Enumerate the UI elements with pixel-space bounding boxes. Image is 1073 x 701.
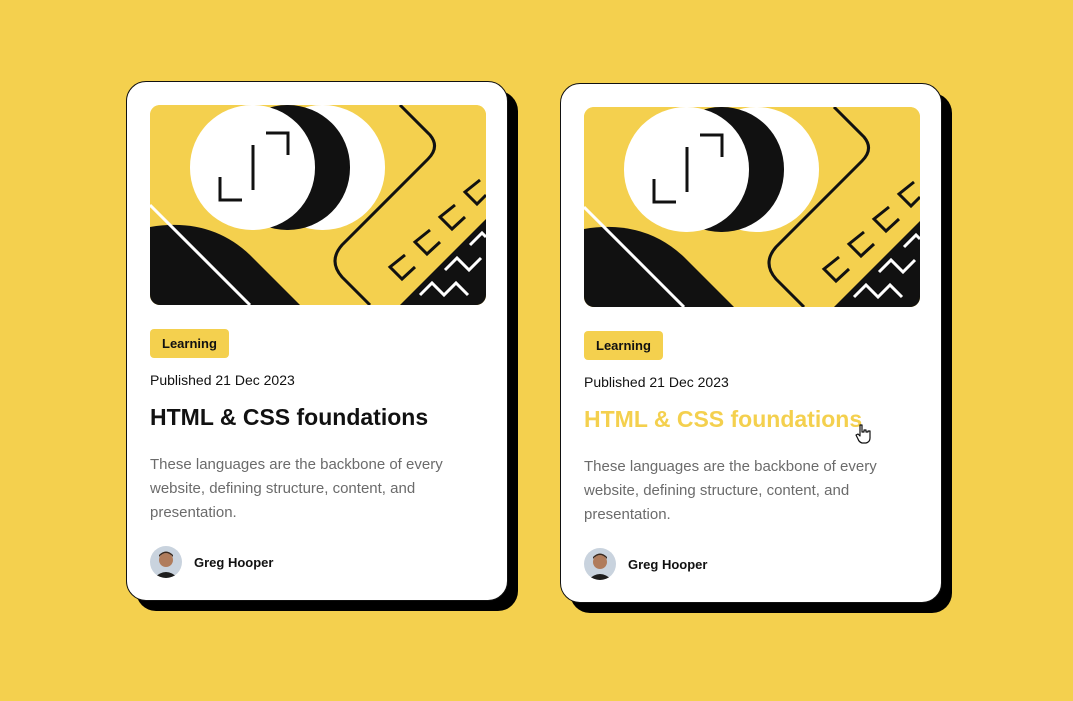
publish-date: Published 21 Dec 2023	[584, 374, 729, 390]
hand-pointer-cursor-icon	[855, 424, 873, 444]
card-title-link[interactable]: HTML & CSS foundations	[584, 406, 862, 433]
author-name: Greg Hooper	[194, 554, 274, 570]
blog-preview-card: Learning Published 21 Dec 2023 HTML & CS…	[560, 83, 942, 603]
category-tag: Learning	[150, 329, 229, 358]
avatar	[150, 546, 182, 578]
card-description: These languages are the backbone of ever…	[150, 456, 443, 521]
category-tag: Learning	[584, 331, 663, 360]
card-illustration	[150, 105, 486, 305]
card-description: These languages are the backbone of ever…	[584, 458, 877, 523]
author: Greg Hooper	[150, 546, 273, 578]
blog-preview-card: Learning Published 21 Dec 2023 HTML & CS…	[126, 81, 508, 601]
card-title-link[interactable]: HTML & CSS foundations	[150, 404, 428, 431]
publish-date: Published 21 Dec 2023	[150, 372, 295, 388]
avatar	[584, 548, 616, 580]
card-illustration	[584, 107, 920, 307]
author: Greg Hooper	[584, 548, 707, 580]
author-name: Greg Hooper	[628, 556, 708, 572]
